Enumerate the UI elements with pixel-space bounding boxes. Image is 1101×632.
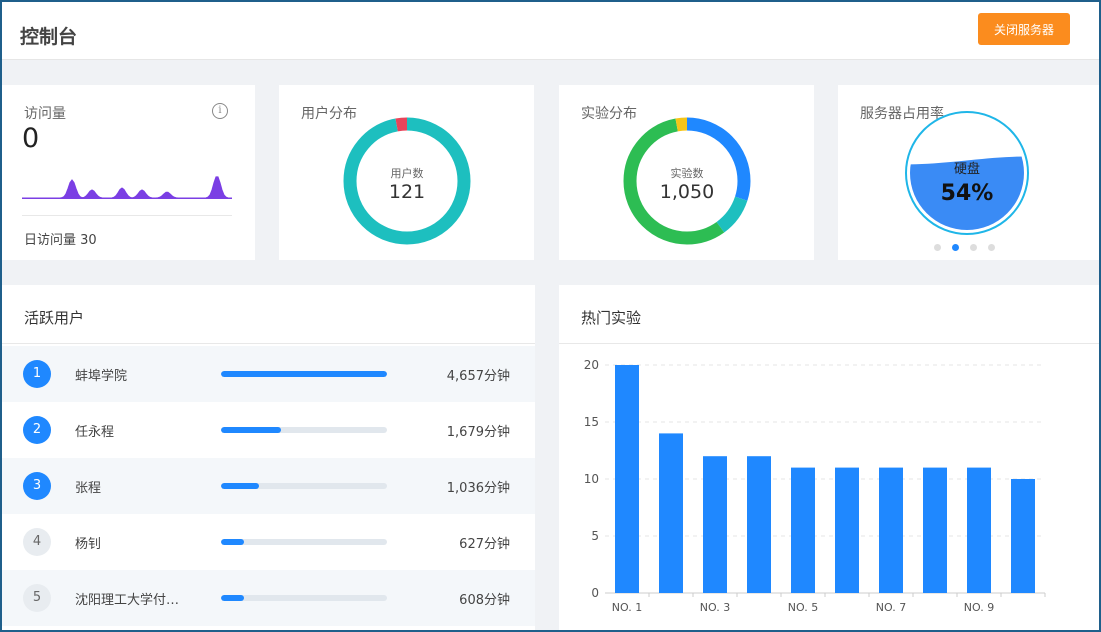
usage-bar-track	[221, 427, 387, 433]
active-user-row[interactable]: 3 张程 1,036分钟	[2, 458, 535, 514]
carousel-dot[interactable]	[934, 244, 941, 251]
usage-bar-fill	[221, 427, 281, 433]
daily-visits: 日访问量 30	[24, 233, 97, 248]
gauge-value: 54%	[941, 181, 994, 206]
carousel-dots	[934, 244, 995, 251]
usage-time: 4,657分钟	[446, 369, 510, 384]
bar[interactable]	[835, 467, 859, 593]
active-user-row[interactable]: 5 沈阳理工大学付… 608分钟	[2, 570, 535, 626]
bar[interactable]	[791, 467, 815, 593]
y-tick-label: 5	[591, 529, 599, 543]
usage-bar-track	[221, 483, 387, 489]
active-user-row[interactable]: 2 任永程 1,679分钟	[2, 402, 535, 458]
active-user-row[interactable]: 4 杨钊 627分钟	[2, 514, 535, 570]
info-icon[interactable]: i	[212, 103, 228, 119]
dashboard-frame: 控制台 关闭服务器 访问量 i 0 日访问量 30 用户分布 用户数 121 实…	[2, 2, 1099, 630]
usage-bar-track	[221, 539, 387, 545]
active-users-card: 活跃用户 1 蚌埠学院 4,657分钟 2 任永程 1,679分钟 3 张程 1,036分钟 4 杨…	[2, 285, 535, 630]
bar[interactable]	[923, 467, 947, 593]
user-distribution-card: 用户分布 用户数 121	[279, 85, 534, 260]
visits-card: 访问量 i 0 日访问量 30	[2, 85, 255, 260]
bar[interactable]	[703, 456, 727, 593]
rank-badge: 1	[23, 360, 51, 388]
y-tick-label: 15	[584, 415, 599, 429]
user-name: 蚌埠学院	[75, 369, 128, 384]
user-name: 张程	[75, 481, 102, 496]
usage-bar-fill	[221, 539, 245, 545]
usage-bar-fill	[221, 595, 245, 601]
server-usage-card: 服务器占用率 硬盘 54%	[838, 85, 1099, 260]
bar[interactable]	[879, 467, 903, 593]
bar[interactable]	[967, 467, 991, 593]
usage-time: 1,679分钟	[446, 425, 510, 440]
y-tick-label: 0	[591, 586, 599, 600]
rank-badge: 5	[23, 584, 51, 612]
user-name: 沈阳理工大学付…	[75, 593, 180, 608]
x-tick-label: NO. 9	[964, 601, 994, 614]
bar[interactable]	[615, 365, 639, 593]
disk-gauge: 硬盘 54%	[905, 111, 1029, 235]
user-name: 杨钊	[75, 537, 102, 552]
experiment-distribution-card: 实验分布 实验数 1,050	[559, 85, 814, 260]
hot-experiments-card: 热门实验 0 5 10 15 20 NO. 1 NO. 3 NO. 5 NO. 7 NO. 9	[559, 285, 1099, 630]
hot-experiments-title: 热门实验	[581, 309, 642, 327]
y-tick-label: 20	[584, 358, 599, 372]
active-user-row[interactable]: 1 蚌埠学院 4,657分钟	[2, 346, 535, 402]
carousel-dot[interactable]	[988, 244, 995, 251]
carousel-dot[interactable]	[970, 244, 977, 251]
hot-experiments-divider	[559, 343, 1099, 344]
bar[interactable]	[1011, 479, 1035, 593]
usage-bar-fill	[221, 371, 387, 377]
x-tick-label: NO. 3	[700, 601, 730, 614]
bar[interactable]	[747, 456, 771, 593]
close-server-button[interactable]: 关闭服务器	[978, 13, 1070, 45]
usage-time: 1,036分钟	[446, 481, 510, 496]
visits-sparkline	[22, 176, 232, 199]
page-header: 控制台 关闭服务器	[2, 2, 1099, 60]
rank-badge: 2	[23, 416, 51, 444]
user-donut-value: 121	[388, 181, 426, 203]
y-tick-label: 10	[584, 472, 599, 486]
experiment-donut-label: 实验数	[670, 167, 704, 180]
user-donut-label: 用户数	[390, 167, 424, 180]
user-name: 任永程	[75, 425, 115, 440]
gauge-label: 硬盘	[954, 161, 980, 177]
x-tick-label: NO. 7	[876, 601, 906, 614]
user-donut: 用户数 121	[343, 117, 471, 245]
x-tick-label: NO. 1	[612, 601, 642, 614]
experiment-donut: 实验数 1,050	[623, 117, 751, 245]
usage-bar-fill	[221, 483, 260, 489]
visits-value: 0	[22, 123, 40, 154]
experiment-donut-value: 1,050	[659, 181, 715, 203]
usage-time: 608分钟	[459, 593, 510, 608]
rank-badge: 4	[23, 528, 51, 556]
hot-experiments-chart: 0 5 10 15 20 NO. 1 NO. 3 NO. 5 NO. 7 NO. 9	[584, 358, 1046, 614]
rank-badge: 3	[23, 472, 51, 500]
bar[interactable]	[659, 433, 683, 593]
visits-title: 访问量	[24, 106, 66, 122]
carousel-dot[interactable]	[952, 244, 959, 251]
page-title: 控制台	[20, 26, 78, 48]
usage-bar-track	[221, 595, 387, 601]
usage-bar-track	[221, 371, 387, 377]
active-users-divider	[2, 343, 535, 344]
usage-time: 627分钟	[459, 537, 510, 552]
active-users-title: 活跃用户	[24, 309, 85, 327]
visits-divider	[22, 215, 232, 216]
x-tick-label: NO. 5	[788, 601, 818, 614]
